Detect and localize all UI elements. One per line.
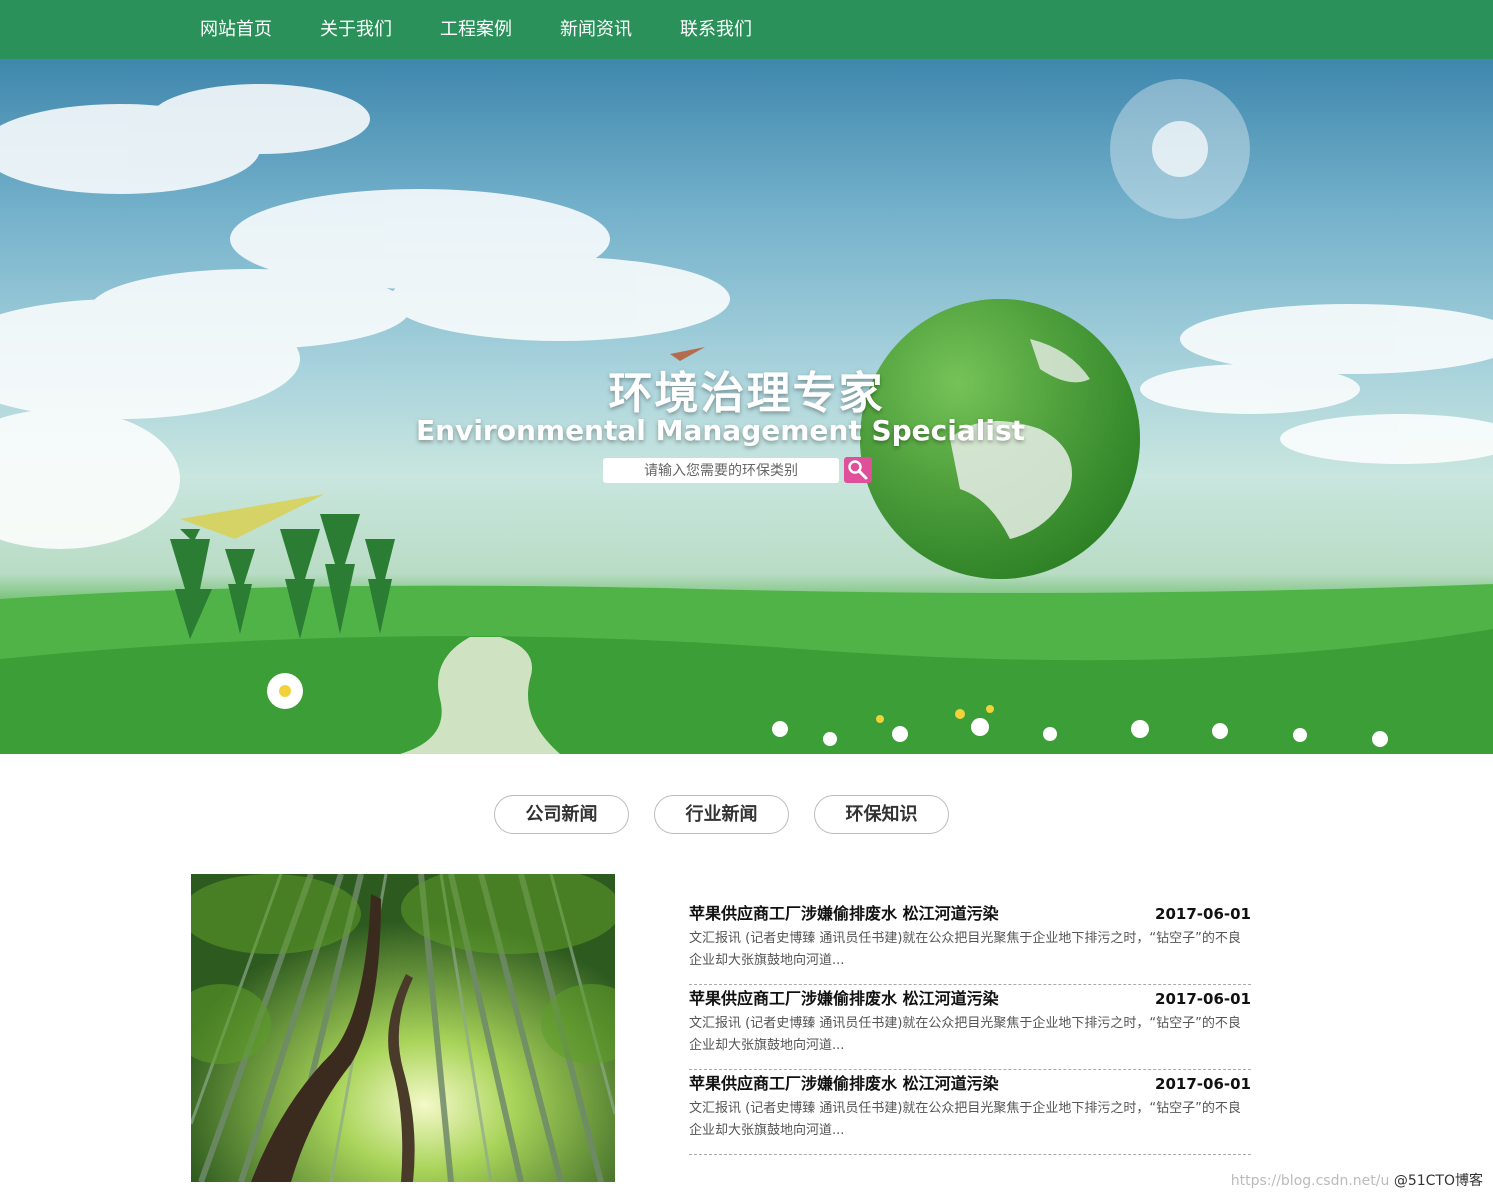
news-item-header: 苹果供应商工厂涉嫌偷排废水 松江河道污染 2017-06-01 [689,900,1251,928]
news-item[interactable]: 苹果供应商工厂涉嫌偷排废水 松江河道污染 2017-06-01 文汇报讯 (记者… [689,985,1251,1070]
news-summary: 文汇报讯 (记者史博臻 通讯员任书建)就在公众把目光聚焦于企业地下排污之时，“钻… [689,1016,1241,1053]
watermark: https://blog.csdn.net/u @51CTO博客 [1231,1170,1483,1190]
news-date: 2017-06-01 [1155,905,1251,923]
watermark-brand: @51CTO博客 [1393,1173,1483,1189]
nav-item-cases[interactable]: 工程案例 [416,0,536,59]
news-summary: 文汇报讯 (记者史博臻 通讯员任书建)就在公众把目光聚焦于企业地下排污之时，“钻… [689,1101,1241,1138]
tab-eco-knowledge[interactable]: 环保知识 [814,795,949,834]
tab-industry-news[interactable]: 行业新闻 [654,795,789,834]
nav-item-news[interactable]: 新闻资讯 [536,0,656,59]
news-category-tabs: 公司新闻 行业新闻 环保知识 [494,795,974,834]
tab-company-news[interactable]: 公司新闻 [494,795,629,834]
news-title[interactable]: 苹果供应商工厂涉嫌偷排废水 松江河道污染 [689,900,999,928]
watermark-url: https://blog.csdn.net/u [1230,1173,1390,1189]
news-item[interactable]: 苹果供应商工厂涉嫌偷排废水 松江河道污染 2017-06-01 文汇报讯 (记者… [689,900,1251,985]
news-summary: 文汇报讯 (记者史博臻 通讯员任书建)就在公众把目光聚焦于企业地下排污之时，“钻… [689,931,1241,968]
news-list: 苹果供应商工厂涉嫌偷排废水 松江河道污染 2017-06-01 文汇报讯 (记者… [689,900,1251,1155]
nav-item-about[interactable]: 关于我们 [296,0,416,59]
nav-item-home[interactable]: 网站首页 [176,0,296,59]
hero-title: 环境治理专家 [608,368,885,419]
news-date: 2017-06-01 [1155,990,1251,1008]
nav-item-contact[interactable]: 联系我们 [656,0,776,59]
search-button[interactable] [844,457,872,483]
hero-banner: 环境治理专家 Environmental Management Speciali… [0,59,1493,754]
bamboo-forest-illustration [191,874,615,1182]
hero-subtitle: Environmental Management Specialist [416,414,1025,447]
news-title[interactable]: 苹果供应商工厂涉嫌偷排废水 松江河道污染 [689,1070,999,1098]
search-icon [848,460,868,480]
top-navbar: 网站首页 关于我们 工程案例 新闻资讯 联系我们 [0,0,1493,59]
news-item-header: 苹果供应商工厂涉嫌偷排废水 松江河道污染 2017-06-01 [689,985,1251,1013]
news-date: 2017-06-01 [1155,1075,1251,1093]
news-title[interactable]: 苹果供应商工厂涉嫌偷排废水 松江河道污染 [689,985,999,1013]
news-item-header: 苹果供应商工厂涉嫌偷排废水 松江河道污染 2017-06-01 [689,1070,1251,1098]
bamboo-forest-image [191,874,615,1182]
nav-list: 网站首页 关于我们 工程案例 新闻资讯 联系我们 [176,0,776,59]
news-item[interactable]: 苹果供应商工厂涉嫌偷排废水 松江河道污染 2017-06-01 文汇报讯 (记者… [689,1070,1251,1155]
search-input[interactable] [603,458,839,483]
